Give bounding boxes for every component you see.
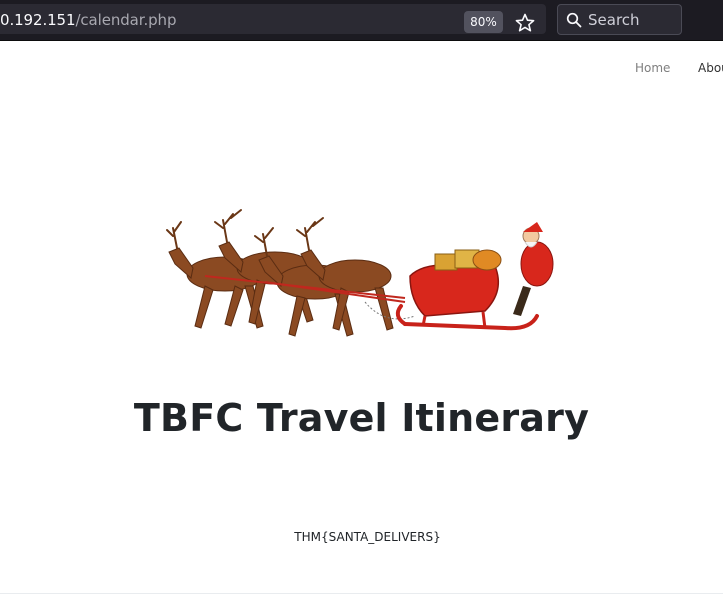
flag-text: THM{SANTA_DELIVERS}: [294, 530, 441, 544]
search-bar[interactable]: Search: [557, 4, 682, 35]
browser-toolbar: 0.192.151/calendar.php 80% Search: [0, 0, 723, 41]
page-content: Home Abou: [0, 41, 723, 605]
zoom-level-button[interactable]: 80%: [464, 11, 503, 33]
search-icon: [566, 12, 582, 28]
divider: [0, 593, 723, 594]
bookmark-star-icon[interactable]: [514, 12, 536, 34]
nav-link-about[interactable]: Abou: [698, 61, 723, 75]
santa-sleigh-image: [166, 209, 554, 337]
search-placeholder: Search: [588, 11, 640, 29]
url-text[interactable]: 0.192.151/calendar.php: [0, 11, 176, 29]
nav-link-home[interactable]: Home: [635, 61, 670, 75]
url-host: 0.192.151: [0, 11, 76, 29]
url-bar[interactable]: 0.192.151/calendar.php 80%: [0, 4, 546, 34]
page-title: TBFC Travel Itinerary: [133, 396, 590, 440]
url-path: /calendar.php: [75, 11, 177, 29]
